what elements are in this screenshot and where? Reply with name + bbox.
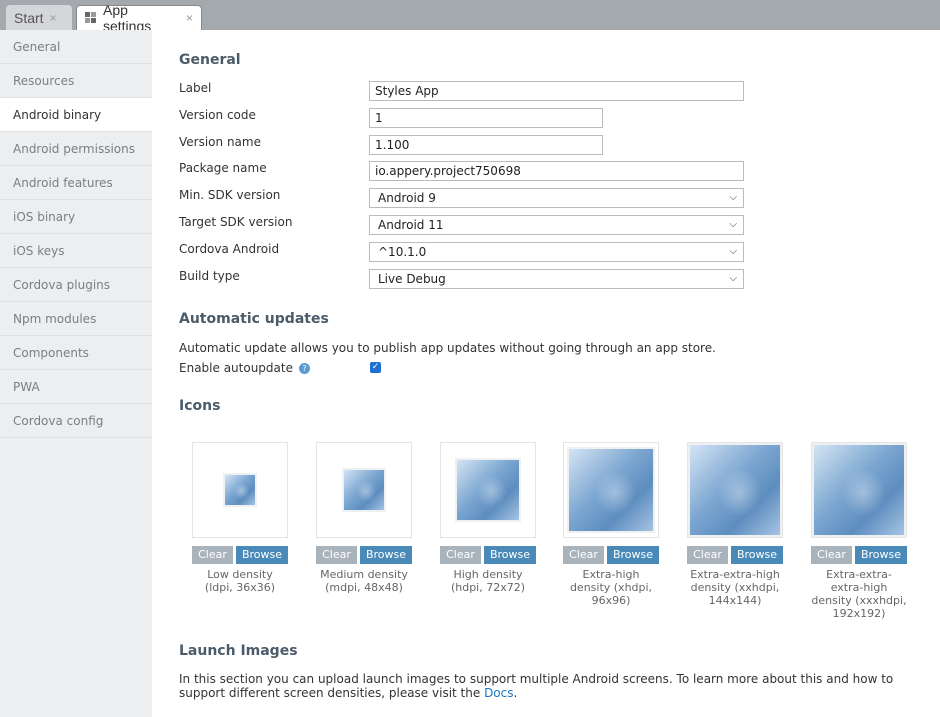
icon-image — [455, 458, 521, 522]
icon-preview — [440, 442, 536, 538]
settings-icon — [85, 12, 97, 24]
label-input[interactable]: Styles App — [369, 81, 744, 101]
browse-button[interactable]: Browse — [484, 546, 536, 564]
build-type-value: Live Debug — [378, 272, 446, 286]
sidebar-item-cordova-plugins[interactable]: Cordova plugins — [0, 268, 152, 302]
icon-xxxhdpi: Clear Browse Extra-extra-extra-high dens… — [811, 442, 907, 620]
icon-caption: Extra-high density (xhdpi, 96x96) — [569, 568, 653, 607]
browse-button[interactable]: Browse — [855, 546, 907, 564]
tab-start-label: Start — [14, 9, 44, 26]
package-name-input[interactable]: io.appery.project750698 — [369, 161, 744, 181]
sidebar-item-npm-modules[interactable]: Npm modules — [0, 302, 152, 336]
sidebar: General Resources Android binary Android… — [0, 30, 152, 717]
icon-mdpi: Clear Browse Medium density (mdpi, 48x48… — [316, 442, 412, 594]
icon-xxhdpi: Clear Browse Extra-extra-high density (x… — [687, 442, 783, 607]
cordova-android-label: Cordova Android — [179, 242, 280, 256]
launch-images-description: In this section you can upload launch im… — [179, 672, 919, 700]
icon-image — [223, 473, 257, 507]
icon-image — [812, 443, 906, 537]
build-type-select[interactable]: Live Debug ⌵ — [369, 269, 744, 289]
icon-image — [567, 447, 655, 533]
icon-preview — [811, 442, 907, 538]
icon-caption: Extra-extra-extra-high density (xxxhdpi,… — [811, 568, 907, 620]
cordova-android-value: ^10.1.0 — [378, 245, 427, 259]
sidebar-item-pwa[interactable]: PWA — [0, 370, 152, 404]
icon-image — [688, 443, 782, 537]
chevron-down-icon: ⌵ — [729, 192, 737, 203]
launch-text-end: . — [513, 686, 518, 700]
version-name-label: Version name — [179, 135, 261, 149]
clear-button[interactable]: Clear — [440, 546, 481, 564]
icon-hdpi: Clear Browse High density (hdpi, 72x72) — [440, 442, 536, 594]
icon-preview — [687, 442, 783, 538]
docs-link[interactable]: Docs — [484, 686, 513, 700]
close-icon[interactable]: × — [50, 11, 57, 25]
close-icon[interactable]: × — [186, 11, 193, 25]
target-sdk-label: Target SDK version — [179, 215, 293, 229]
label-field-label: Label — [179, 81, 212, 95]
browse-button[interactable]: Browse — [731, 546, 783, 564]
sidebar-item-components[interactable]: Components — [0, 336, 152, 370]
target-sdk-value: Android 11 — [378, 218, 444, 232]
launch-images-heading: Launch Images — [179, 643, 298, 659]
icon-caption: Low density (ldpi, 36x36) — [204, 568, 276, 594]
browse-button[interactable]: Browse — [236, 546, 288, 564]
icon-caption: High density (hdpi, 72x72) — [450, 568, 526, 594]
browse-button[interactable]: Browse — [607, 546, 659, 564]
chevron-down-icon: ⌵ — [729, 246, 737, 257]
min-sdk-label: Min. SDK version — [179, 188, 281, 202]
sidebar-item-ios-keys[interactable]: iOS keys — [0, 234, 152, 268]
tab-start[interactable]: Start × — [6, 5, 72, 30]
sidebar-item-android-binary[interactable]: Android binary — [0, 98, 152, 132]
clear-button[interactable]: Clear — [687, 546, 728, 564]
launch-text: In this section you can upload launch im… — [179, 672, 894, 700]
sidebar-item-android-permissions[interactable]: Android permissions — [0, 132, 152, 166]
tab-bar: Start × App settings × — [0, 0, 940, 34]
icon-caption: Medium density (mdpi, 48x48) — [320, 568, 408, 594]
sidebar-item-resources[interactable]: Resources — [0, 64, 152, 98]
autoupdate-description: Automatic update allows you to publish a… — [179, 341, 716, 355]
chevron-down-icon: ⌵ — [729, 273, 737, 284]
min-sdk-value: Android 9 — [378, 191, 436, 205]
icons-heading: Icons — [179, 398, 221, 414]
version-code-input[interactable]: 1 — [369, 108, 603, 128]
cordova-android-select[interactable]: ^10.1.0 ⌵ — [369, 242, 744, 262]
icon-preview — [316, 442, 412, 538]
clear-button[interactable]: Clear — [811, 546, 852, 564]
sidebar-item-cordova-config[interactable]: Cordova config — [0, 404, 152, 438]
icon-caption: Extra-extra-high density (xxhdpi, 144x14… — [690, 568, 780, 607]
package-name-label: Package name — [179, 161, 267, 175]
help-icon[interactable]: ? — [298, 363, 310, 374]
version-code-label: Version code — [179, 108, 256, 122]
icon-image — [342, 468, 386, 512]
general-heading: General — [179, 52, 241, 68]
icon-preview — [192, 442, 288, 538]
tab-app-settings[interactable]: App settings × — [76, 2, 202, 34]
clear-button[interactable]: Clear — [316, 546, 357, 564]
sidebar-item-ios-binary[interactable]: iOS binary — [0, 200, 152, 234]
icon-ldpi: Clear Browse Low density (ldpi, 36x36) — [192, 442, 288, 594]
automatic-updates-heading: Automatic updates — [179, 311, 329, 327]
sidebar-item-android-features[interactable]: Android features — [0, 166, 152, 200]
icon-xhdpi: Clear Browse Extra-high density (xhdpi, … — [563, 442, 659, 607]
browse-button[interactable]: Browse — [360, 546, 412, 564]
enable-autoupdate-text: Enable autoupdate — [179, 361, 293, 375]
version-name-input[interactable]: 1.100 — [369, 135, 603, 155]
sidebar-item-general[interactable]: General — [0, 30, 152, 64]
build-type-label: Build type — [179, 269, 240, 283]
clear-button[interactable]: Clear — [563, 546, 604, 564]
target-sdk-select[interactable]: Android 11 ⌵ — [369, 215, 744, 235]
min-sdk-select[interactable]: Android 9 ⌵ — [369, 188, 744, 208]
chevron-down-icon: ⌵ — [729, 219, 737, 230]
icon-preview — [563, 442, 659, 538]
clear-button[interactable]: Clear — [192, 546, 233, 564]
enable-autoupdate-label: Enable autoupdate? — [179, 361, 310, 375]
enable-autoupdate-checkbox[interactable]: ✓ — [370, 362, 381, 373]
